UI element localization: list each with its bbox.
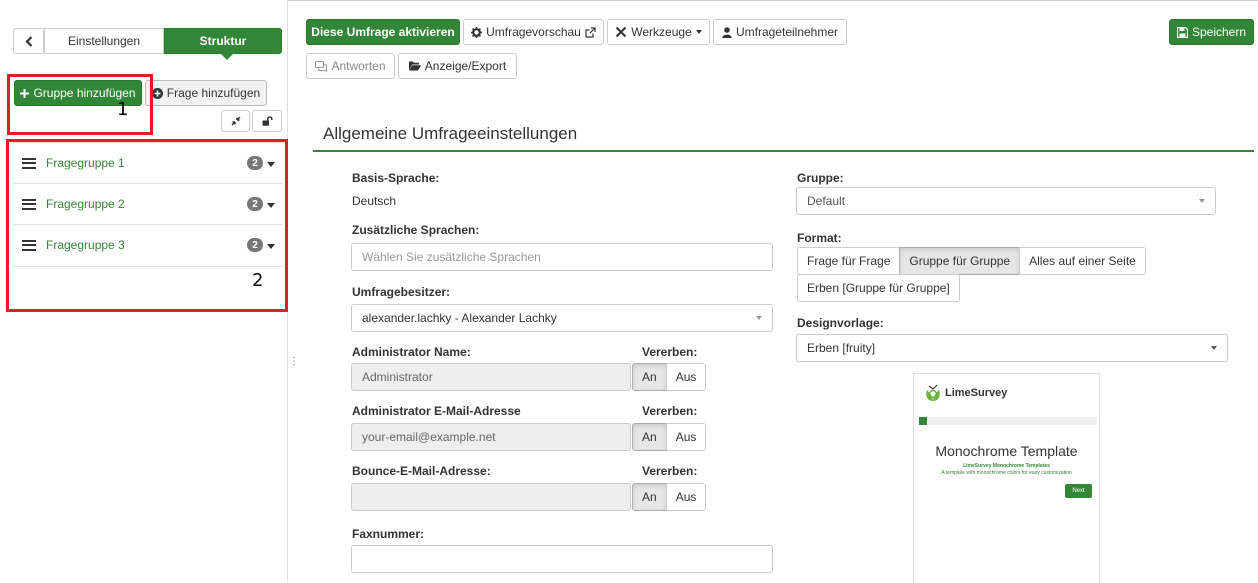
preview-subheading: LimeSurvey Monochrome Templates	[963, 463, 1050, 469]
annotation-number-2: 2	[252, 270, 264, 291]
admin-email-field[interactable]: your-email@example.net	[351, 423, 631, 451]
template-label: Designvorlage:	[797, 316, 884, 330]
owner-label: Umfragebesitzer:	[352, 285, 451, 299]
base-language-value: Deutsch	[352, 194, 397, 208]
format-option-all[interactable]: Alles auf einer Seite	[1019, 247, 1146, 275]
active-tab-indicator	[220, 53, 234, 60]
lock-button[interactable]	[252, 110, 282, 132]
inherit-on-button[interactable]: An	[632, 483, 667, 511]
collapse-all-button[interactable]	[221, 110, 250, 132]
back-button[interactable]	[13, 28, 44, 54]
format-label: Format:	[797, 231, 842, 245]
save-button[interactable]: Speichern	[1169, 19, 1254, 45]
format-inherit-button[interactable]: Erben [Gruppe für Gruppe]	[797, 274, 960, 302]
inherit-on-button[interactable]: An	[632, 363, 667, 391]
owner-select[interactable]: alexander.lachky - Alexander Lachky	[351, 304, 773, 332]
admin-name-label: Administrator Name:	[352, 345, 471, 359]
survey-preview-button[interactable]: Umfragevorschau	[463, 19, 604, 45]
caret-down-icon	[1211, 346, 1217, 350]
format-toggle: Frage für Frage Gruppe für Gruppe Alles …	[797, 247, 1146, 275]
display-export-button[interactable]: Anzeige/Export	[398, 53, 517, 79]
annotation-box-2	[6, 139, 288, 312]
gear-icon	[471, 26, 483, 38]
collapse-icon	[231, 116, 240, 126]
participants-button[interactable]: Umfrageteilnehmer	[713, 19, 847, 45]
preview-description: A template with monochrome colors for ea…	[941, 470, 1072, 476]
responses-button[interactable]: Antworten	[306, 53, 395, 79]
format-inherit-toggle: Erben [Gruppe für Gruppe]	[797, 274, 960, 302]
template-select[interactable]: Erben [fruity]	[796, 334, 1228, 362]
bounce-email-label: Bounce-E-Mail-Adresse:	[352, 464, 491, 478]
external-link-icon	[585, 26, 596, 38]
tab-structure[interactable]: Struktur	[164, 28, 282, 54]
admin-name-inherit-toggle: An Aus	[632, 363, 707, 391]
progress-fill	[919, 417, 927, 425]
inherit-off-button[interactable]: Aus	[665, 363, 707, 391]
base-language-label: Basis-Sprache:	[352, 171, 440, 185]
format-option-question[interactable]: Frage für Frage	[797, 247, 901, 275]
plus-circle-icon	[151, 87, 163, 99]
additional-languages-select[interactable]: Wählen Sie zusätzliche Sprachen	[351, 243, 773, 271]
caret-down-icon	[695, 30, 702, 34]
bounce-email-field[interactable]	[351, 483, 631, 511]
page-title: Allgemeine Umfrageeinstellungen	[323, 124, 578, 143]
admin-email-label: Administrator E-Mail-Adresse	[352, 404, 521, 418]
limesurvey-logo: LimeSurvey	[924, 384, 1007, 402]
caret-down-icon	[756, 316, 762, 320]
tools-icon	[616, 26, 627, 38]
tab-settings[interactable]: Einstellungen	[44, 28, 164, 54]
caret-down-icon	[1199, 199, 1205, 203]
preview-next-button: Next	[1065, 484, 1092, 498]
admin-email-inherit-toggle: An Aus	[632, 423, 707, 451]
lime-logo-icon	[926, 384, 940, 401]
group-select[interactable]: Default	[796, 187, 1216, 215]
folder-open-icon	[408, 61, 421, 71]
add-question-button[interactable]: Frage hinzufügen	[145, 80, 267, 106]
template-preview: LimeSurvey Monochrome Template LimeSurve…	[913, 373, 1100, 583]
fax-label: Faxnummer:	[352, 527, 425, 541]
activate-survey-button[interactable]: Diese Umfrage aktivieren	[306, 19, 460, 45]
floppy-disk-icon	[1176, 26, 1188, 38]
inherit-label: Vererben:	[642, 404, 698, 418]
annotation-box-1	[7, 74, 153, 135]
resize-handle[interactable]: ⋮	[289, 357, 299, 367]
inherit-label: Vererben:	[642, 345, 698, 359]
inherit-off-button[interactable]: Aus	[665, 423, 707, 451]
annotation-number-1: 1	[117, 99, 129, 120]
fax-field[interactable]	[351, 545, 773, 573]
additional-languages-label: Zusätzliche Sprachen:	[352, 223, 480, 237]
inherit-off-button[interactable]: Aus	[665, 483, 707, 511]
inherit-label: Vererben:	[642, 464, 698, 478]
admin-name-field[interactable]: Administrator	[351, 363, 631, 391]
title-divider	[313, 150, 1254, 152]
tools-dropdown-button[interactable]: Werkzeuge	[607, 19, 710, 45]
bounce-email-inherit-toggle: An Aus	[632, 483, 707, 511]
preview-heading: Monochrome Template	[935, 443, 1078, 459]
sidebar: Einstellungen Struktur Gruppe hinzufügen…	[0, 0, 288, 581]
unlock-icon	[262, 116, 273, 126]
comments-icon	[315, 60, 328, 72]
chevron-left-icon	[24, 35, 32, 47]
format-option-group[interactable]: Gruppe für Gruppe	[899, 247, 1021, 275]
group-label: Gruppe:	[797, 171, 844, 185]
inherit-on-button[interactable]: An	[632, 423, 667, 451]
user-icon	[722, 26, 732, 38]
progress-track	[919, 417, 1097, 425]
